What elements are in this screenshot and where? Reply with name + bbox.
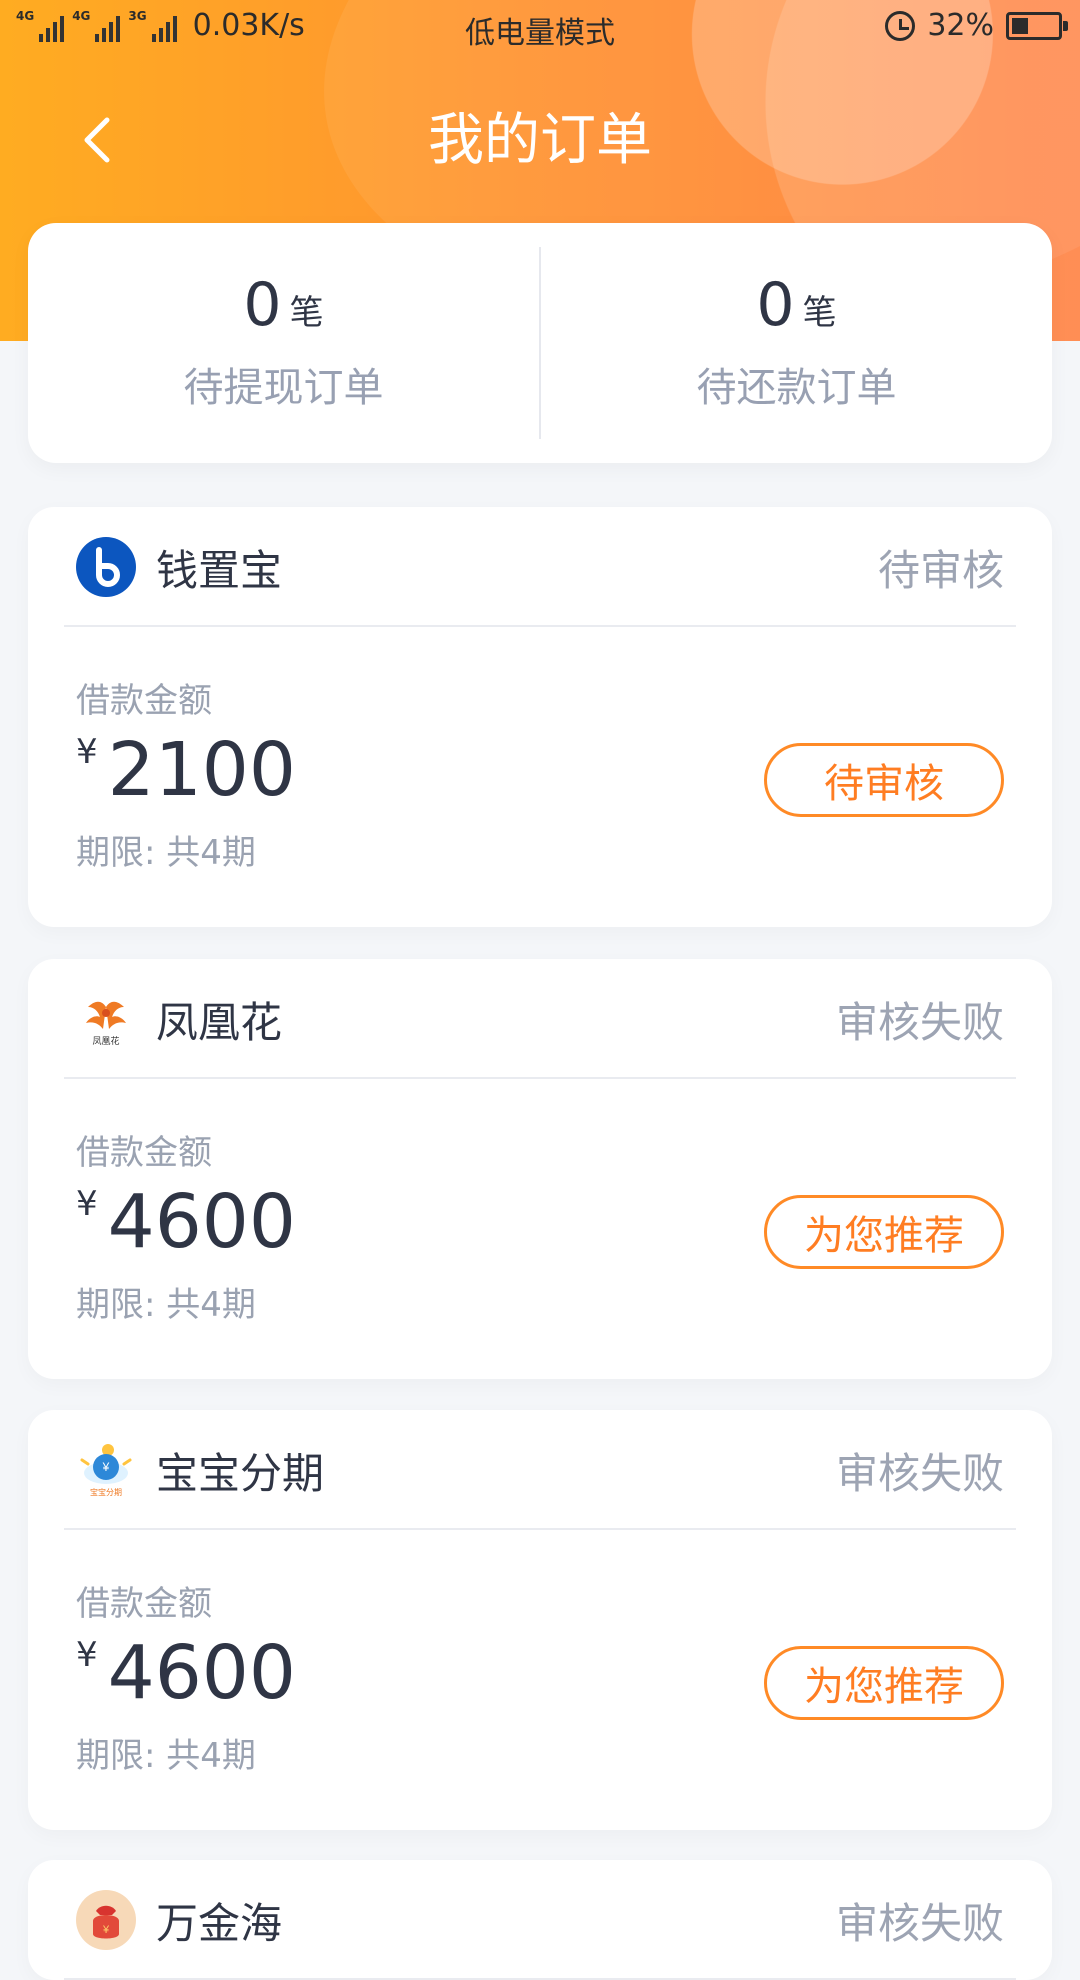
order-status: 审核失败 xyxy=(835,997,1004,1047)
brand-name: 钱置宝 xyxy=(156,545,283,595)
loan-term: 期限: 共4期 xyxy=(76,833,256,873)
order-summary-card: 0 笔 待提现订单 0 笔 待还款订单 xyxy=(28,223,1052,463)
order-card[interactable]: 凤凰花 凤凰花 审核失败 借款金额 ¥ 4600 期限: 共4期 为您推荐 xyxy=(28,959,1052,1379)
order-body: 借款金额 ¥ 4600 期限: 共4期 为您推荐 xyxy=(28,1079,1052,1379)
status-right: 32% xyxy=(885,8,1068,43)
brand-name: 万金海 xyxy=(156,1898,283,1948)
pending-withdrawal-count: 0 笔 xyxy=(243,273,323,337)
order-body: 借款金额 ¥ 4600 期限: 共4期 为您推荐 xyxy=(28,1530,1052,1830)
count-value: 0 xyxy=(756,270,795,340)
order-status: 待审核 xyxy=(877,545,1004,595)
order-status: 审核失败 xyxy=(835,1448,1004,1498)
phoenix-icon: 凤凰花 xyxy=(86,1001,126,1046)
brand-name: 凤凰花 xyxy=(156,997,283,1047)
amount-label: 借款金额 xyxy=(76,1584,212,1624)
loan-term: 期限: 共4期 xyxy=(76,1736,256,1776)
icon-text: 宝宝分期 xyxy=(90,1487,122,1497)
currency-symbol: ¥ xyxy=(76,1635,98,1675)
count-unit: 笔 xyxy=(802,293,837,333)
count-value: 0 xyxy=(243,270,282,340)
order-header: 钱置宝 待审核 xyxy=(28,507,1052,627)
title-bar: 我的订单 xyxy=(0,96,1080,186)
recommend-button[interactable]: 为您推荐 xyxy=(764,1195,1004,1269)
amount-label: 借款金额 xyxy=(76,1133,212,1173)
loan-amount: 4600 xyxy=(107,1179,296,1265)
currency-symbol: ¥ xyxy=(76,732,98,772)
amount-label: 借款金额 xyxy=(76,681,212,721)
summary-label: 待还款订单 xyxy=(696,365,897,411)
order-status: 审核失败 xyxy=(835,1898,1004,1948)
page-title: 我的订单 xyxy=(428,108,652,173)
status-bar: 4G 4G 3G 0.03K/s 低电量模式 32% xyxy=(0,0,1080,56)
baby-installment-icon: ¥ 宝宝分期 xyxy=(80,1444,132,1497)
order-header: ¥ 万金海 审核失败 xyxy=(28,1860,1052,1980)
battery-icon xyxy=(1006,11,1068,40)
order-header: ¥ 宝宝分期 宝宝分期 审核失败 xyxy=(28,1410,1052,1530)
order-card[interactable]: ¥ 宝宝分期 宝宝分期 审核失败 借款金额 ¥ 4600 期限: 共4期 为您推… xyxy=(28,1410,1052,1830)
battery-percent: 32% xyxy=(927,8,994,43)
loan-amount: 2100 xyxy=(107,727,296,813)
order-card[interactable]: 钱置宝 待审核 借款金额 ¥ 2100 期限: 共4期 待审核 xyxy=(28,507,1052,927)
summary-label: 待提现订单 xyxy=(183,365,384,411)
brand-name: 宝宝分期 xyxy=(156,1448,325,1498)
money-bag-icon: ¥ xyxy=(76,1890,136,1950)
pending-withdrawal-summary[interactable]: 0 笔 待提现订单 xyxy=(28,223,539,463)
currency-symbol: ¥ xyxy=(76,1184,98,1224)
order-header: 凤凰花 凤凰花 审核失败 xyxy=(28,959,1052,1079)
brand-b-icon xyxy=(76,537,136,597)
recommend-button[interactable]: 为您推荐 xyxy=(764,1646,1004,1720)
pending-repayment-count: 0 笔 xyxy=(756,273,836,337)
svg-text:¥: ¥ xyxy=(102,1460,110,1474)
pending-repayment-summary[interactable]: 0 笔 待还款订单 xyxy=(541,223,1052,463)
loan-term: 期限: 共4期 xyxy=(76,1285,256,1325)
icon-text: 凤凰花 xyxy=(92,1035,119,1046)
alarm-icon xyxy=(885,10,916,41)
pending-review-button[interactable]: 待审核 xyxy=(764,743,1004,817)
svg-text:¥: ¥ xyxy=(102,1924,110,1936)
loan-amount: 4600 xyxy=(107,1630,296,1716)
count-unit: 笔 xyxy=(289,293,324,333)
order-body: 借款金额 ¥ 2100 期限: 共4期 待审核 xyxy=(28,627,1052,927)
order-card[interactable]: ¥ 万金海 审核失败 xyxy=(28,1860,1052,1980)
